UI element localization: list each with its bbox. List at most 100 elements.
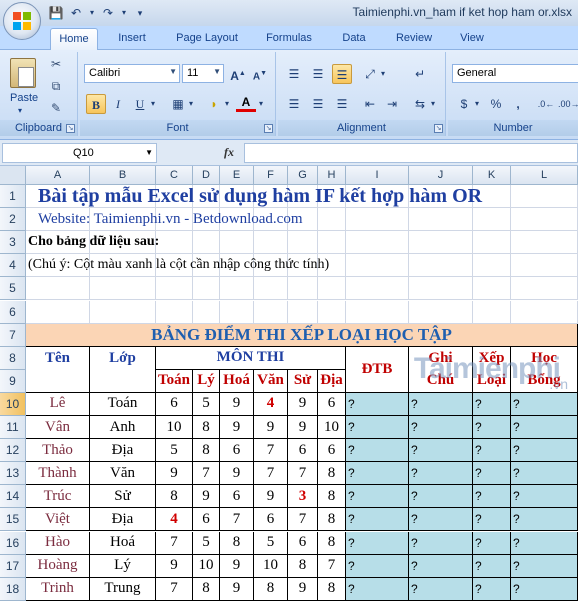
formula-cell[interactable]: ? bbox=[473, 508, 511, 532]
cell-a6[interactable] bbox=[26, 300, 90, 324]
chevron-down-icon[interactable]: ▼ bbox=[169, 67, 177, 76]
align-top-icon[interactable]: ☰ bbox=[284, 64, 304, 84]
bold-button[interactable]: B bbox=[86, 94, 106, 114]
row-header-1[interactable]: 1 bbox=[0, 185, 26, 209]
number-format-combo[interactable]: General bbox=[452, 64, 578, 83]
tab-home[interactable]: Home bbox=[50, 28, 98, 50]
cell-l5[interactable] bbox=[511, 277, 578, 301]
cell-b5[interactable] bbox=[90, 277, 156, 301]
column-header-j[interactable]: J bbox=[409, 166, 473, 185]
row-header-12[interactable]: 12 bbox=[0, 439, 26, 463]
redo-icon[interactable]: ↷ bbox=[100, 5, 116, 21]
copy-icon[interactable]: ⧉ bbox=[48, 78, 64, 94]
column-header-a[interactable]: A bbox=[26, 166, 90, 185]
formula-cell[interactable]: ? bbox=[511, 577, 578, 601]
orientation-dropdown-icon[interactable]: ▾ bbox=[378, 64, 388, 84]
formula-cell[interactable]: ? bbox=[409, 485, 473, 509]
undo-dropdown-icon[interactable]: ▾ bbox=[88, 5, 96, 21]
formula-cell[interactable]: ? bbox=[409, 577, 473, 601]
column-header-b[interactable]: B bbox=[90, 166, 156, 185]
tab-insert[interactable]: Insert bbox=[108, 28, 156, 50]
row-header-15[interactable]: 15 bbox=[0, 508, 26, 532]
formula-cell[interactable]: ? bbox=[511, 508, 578, 532]
chevron-down-icon[interactable]: ▼ bbox=[213, 67, 221, 76]
currency-icon[interactable]: $ bbox=[454, 94, 474, 114]
cell-i6[interactable] bbox=[346, 300, 409, 324]
italic-button[interactable]: I bbox=[108, 94, 128, 114]
clipboard-launcher-icon[interactable]: ↘ bbox=[66, 124, 75, 133]
formula-cell[interactable]: ? bbox=[409, 554, 473, 578]
font-size-combo[interactable]: 11 ▼ bbox=[182, 64, 224, 83]
alignment-launcher-icon[interactable]: ↘ bbox=[434, 124, 443, 133]
percent-icon[interactable]: % bbox=[486, 94, 506, 114]
name-box[interactable]: Q10 ▼ bbox=[2, 143, 157, 163]
formula-cell[interactable]: ? bbox=[511, 554, 578, 578]
formula-input[interactable] bbox=[244, 143, 578, 163]
increase-indent-icon[interactable]: ⇥ bbox=[382, 94, 402, 114]
insert-function-icon[interactable]: fx bbox=[224, 145, 234, 160]
font-color-dropdown-icon[interactable]: ▾ bbox=[256, 94, 266, 114]
undo-icon[interactable]: ↶ bbox=[68, 5, 84, 21]
cell-h6[interactable] bbox=[318, 300, 346, 324]
formula-cell[interactable]: ? bbox=[409, 531, 473, 555]
cell-e5[interactable] bbox=[220, 277, 254, 301]
comma-style-icon[interactable]: , bbox=[508, 94, 528, 114]
fill-color-icon[interactable]: ◗ bbox=[204, 94, 224, 114]
column-header-l[interactable]: L bbox=[511, 166, 578, 185]
row-header-10[interactable]: 10 bbox=[0, 392, 26, 416]
shrink-font-icon[interactable]: A▼ bbox=[250, 64, 270, 84]
formula-cell[interactable]: ? bbox=[409, 439, 473, 463]
paste-button[interactable]: Paste bbox=[10, 92, 38, 104]
row-header-8[interactable]: 8 bbox=[0, 346, 26, 370]
cell-g6[interactable] bbox=[288, 300, 318, 324]
row-header-13[interactable]: 13 bbox=[0, 462, 26, 486]
tab-view[interactable]: View bbox=[452, 28, 492, 50]
paste-icon[interactable] bbox=[10, 58, 36, 88]
column-header-i[interactable]: I bbox=[346, 166, 409, 185]
formula-cell[interactable]: ? bbox=[511, 485, 578, 509]
borders-icon[interactable]: ▦ bbox=[168, 94, 188, 114]
cell-k5[interactable] bbox=[473, 277, 511, 301]
tab-formulas[interactable]: Formulas bbox=[256, 28, 322, 50]
row-header-6[interactable]: 6 bbox=[0, 300, 26, 324]
row-header-16[interactable]: 16 bbox=[0, 531, 26, 555]
formula-cell[interactable]: ? bbox=[409, 462, 473, 486]
formula-cell[interactable]: ? bbox=[511, 531, 578, 555]
cell-k6[interactable] bbox=[473, 300, 511, 324]
column-header-k[interactable]: K bbox=[473, 166, 511, 185]
formula-cell[interactable]: ? bbox=[511, 439, 578, 463]
cell-g5[interactable] bbox=[288, 277, 318, 301]
cell-c5[interactable] bbox=[156, 277, 193, 301]
formula-cell[interactable]: ? bbox=[511, 392, 578, 416]
align-bottom-icon[interactable]: ☰ bbox=[332, 64, 352, 84]
formula-cell[interactable]: ? bbox=[473, 392, 511, 416]
column-header-h[interactable]: H bbox=[318, 166, 346, 185]
redo-dropdown-icon[interactable]: ▾ bbox=[120, 5, 128, 21]
orientation-icon[interactable]: ⤢ bbox=[360, 64, 380, 84]
font-launcher-icon[interactable]: ↘ bbox=[264, 124, 273, 133]
formula-cell[interactable]: ? bbox=[409, 416, 473, 440]
tab-page-layout[interactable]: Page Layout bbox=[168, 28, 246, 50]
formula-cell[interactable]: ? bbox=[473, 439, 511, 463]
save-icon[interactable]: 💾 bbox=[48, 5, 64, 21]
formula-cell[interactable]: ? bbox=[473, 416, 511, 440]
cell-j6[interactable] bbox=[409, 300, 473, 324]
formula-cell[interactable]: ? bbox=[473, 554, 511, 578]
cell-a5[interactable] bbox=[26, 277, 90, 301]
formula-cell[interactable]: ? bbox=[511, 416, 578, 440]
merge-dropdown-icon[interactable]: ▾ bbox=[428, 94, 438, 114]
tab-data[interactable]: Data bbox=[334, 28, 374, 50]
decrease-indent-icon[interactable]: ⇤ bbox=[360, 94, 380, 114]
column-header-f[interactable]: F bbox=[254, 166, 288, 185]
borders-dropdown-icon[interactable]: ▾ bbox=[186, 94, 196, 114]
formula-cell[interactable]: ? bbox=[346, 439, 409, 463]
column-header-c[interactable]: C bbox=[156, 166, 193, 185]
formula-cell[interactable]: ? bbox=[346, 392, 409, 416]
row-header-9[interactable]: 9 bbox=[0, 369, 26, 393]
formula-cell[interactable]: ? bbox=[346, 577, 409, 601]
formula-cell[interactable]: ? bbox=[346, 508, 409, 532]
formula-cell[interactable]: ? bbox=[409, 392, 473, 416]
increase-decimal-icon[interactable]: .0← bbox=[536, 94, 556, 114]
row-header-11[interactable]: 11 bbox=[0, 416, 26, 440]
row-header-4[interactable]: 4 bbox=[0, 254, 26, 278]
